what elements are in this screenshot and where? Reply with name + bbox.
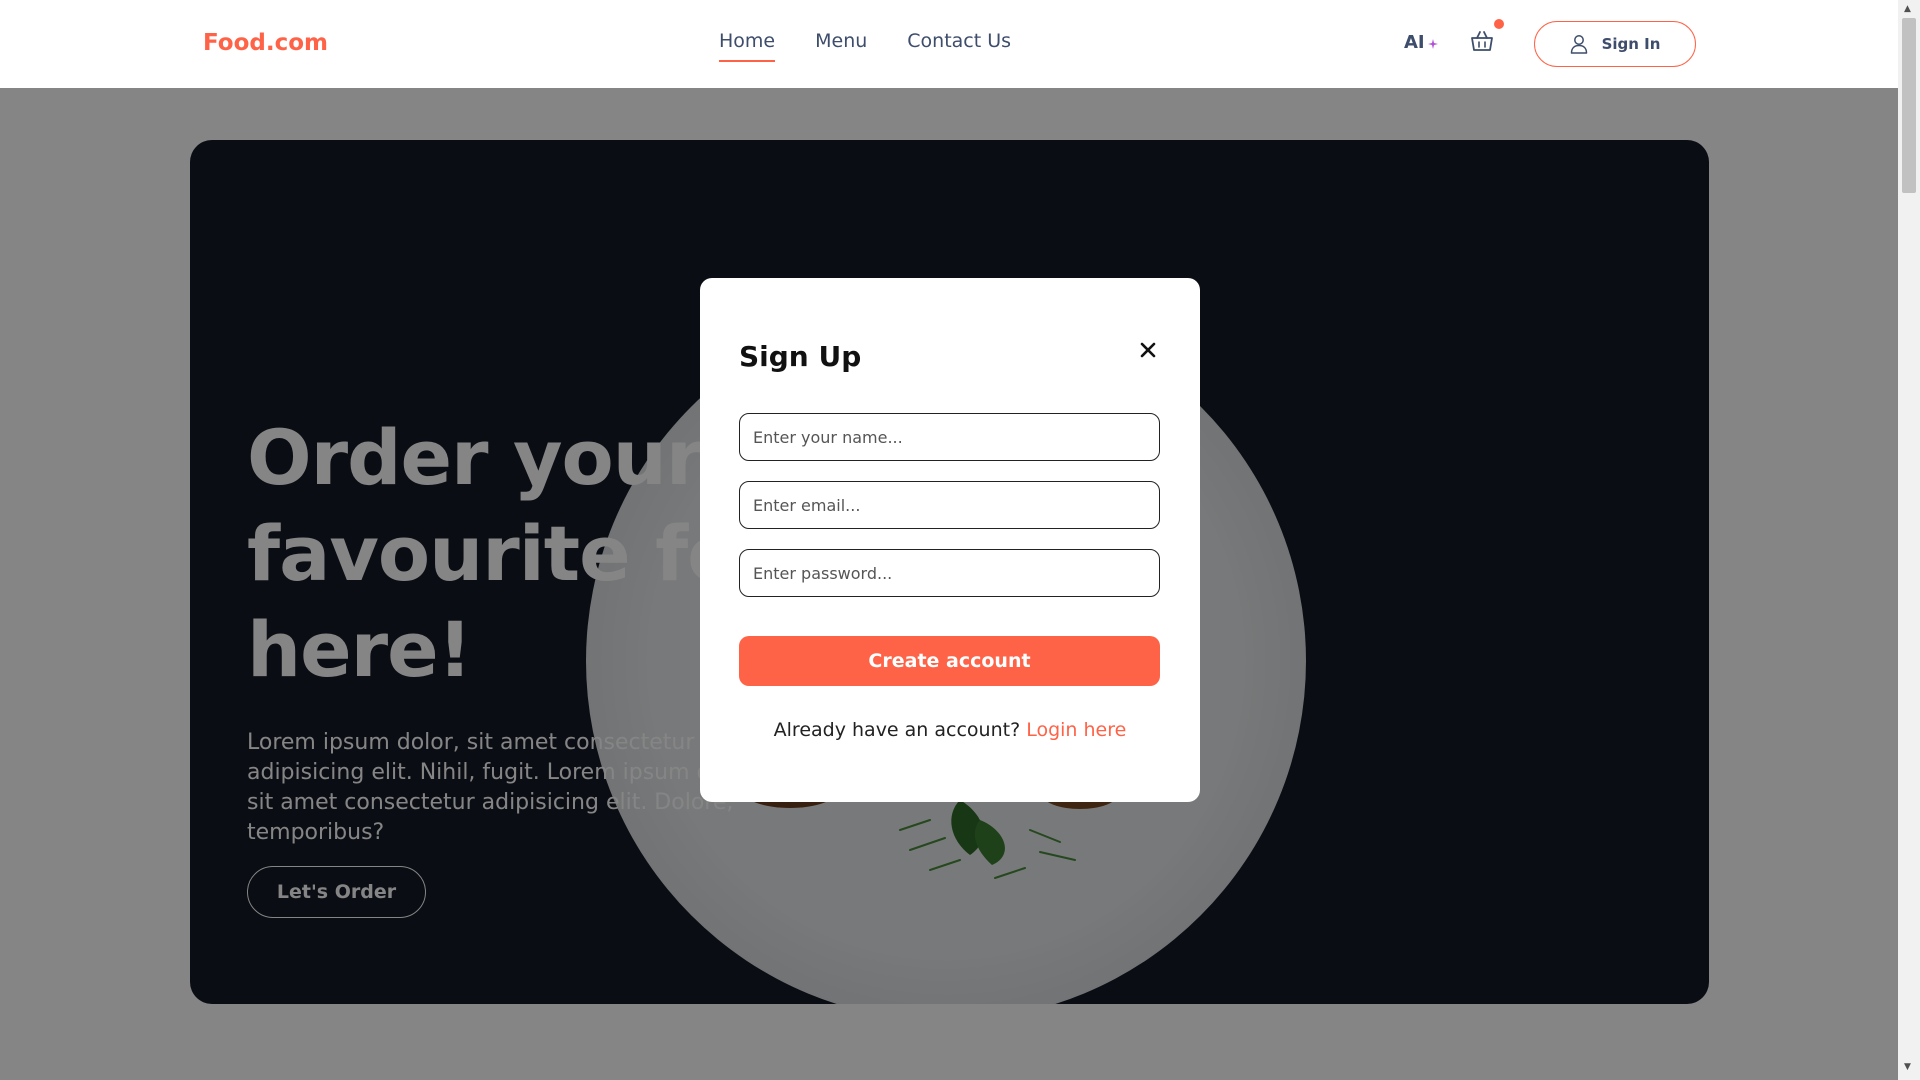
login-prompt-text: Already have an account? <box>773 719 1021 741</box>
sparkle-icon <box>1427 39 1438 49</box>
sign-in-button[interactable]: Sign In <box>1534 21 1696 67</box>
user-icon <box>1570 35 1587 54</box>
sign-in-label: Sign In <box>1601 35 1661 53</box>
email-input[interactable] <box>739 481 1160 529</box>
scroll-thumb[interactable] <box>1902 18 1916 193</box>
ai-button[interactable]: AI <box>1404 32 1439 53</box>
sign-up-modal: Sign Up Create account Already have an a… <box>700 278 1200 802</box>
nav-contact-us[interactable]: Contact Us <box>907 30 1011 62</box>
nav-menu[interactable]: Menu <box>815 30 867 62</box>
cart-notification-dot <box>1494 19 1504 29</box>
login-prompt-line: Already have an account? Login here <box>700 719 1200 741</box>
scroll-down-icon[interactable]: ▼ <box>1904 1062 1911 1072</box>
create-account-button[interactable]: Create account <box>739 636 1160 686</box>
site-logo[interactable]: Food.com <box>203 30 328 56</box>
password-input[interactable] <box>739 549 1160 597</box>
scroll-up-icon[interactable]: ▲ <box>1904 4 1911 14</box>
vertical-scrollbar[interactable]: ▲ ▼ <box>1898 0 1920 1080</box>
close-icon[interactable] <box>1138 340 1158 360</box>
name-input[interactable] <box>739 413 1160 461</box>
nav-home[interactable]: Home <box>719 30 776 62</box>
modal-title: Sign Up <box>739 340 862 373</box>
login-here-link[interactable]: Login here <box>1026 719 1126 741</box>
basket-icon[interactable] <box>1470 30 1494 52</box>
main-nav: Home Menu Contact Us <box>719 30 1011 62</box>
ai-label: AI <box>1404 32 1425 53</box>
top-header: Food.com Home Menu Contact Us AI Sign In <box>0 0 1898 88</box>
